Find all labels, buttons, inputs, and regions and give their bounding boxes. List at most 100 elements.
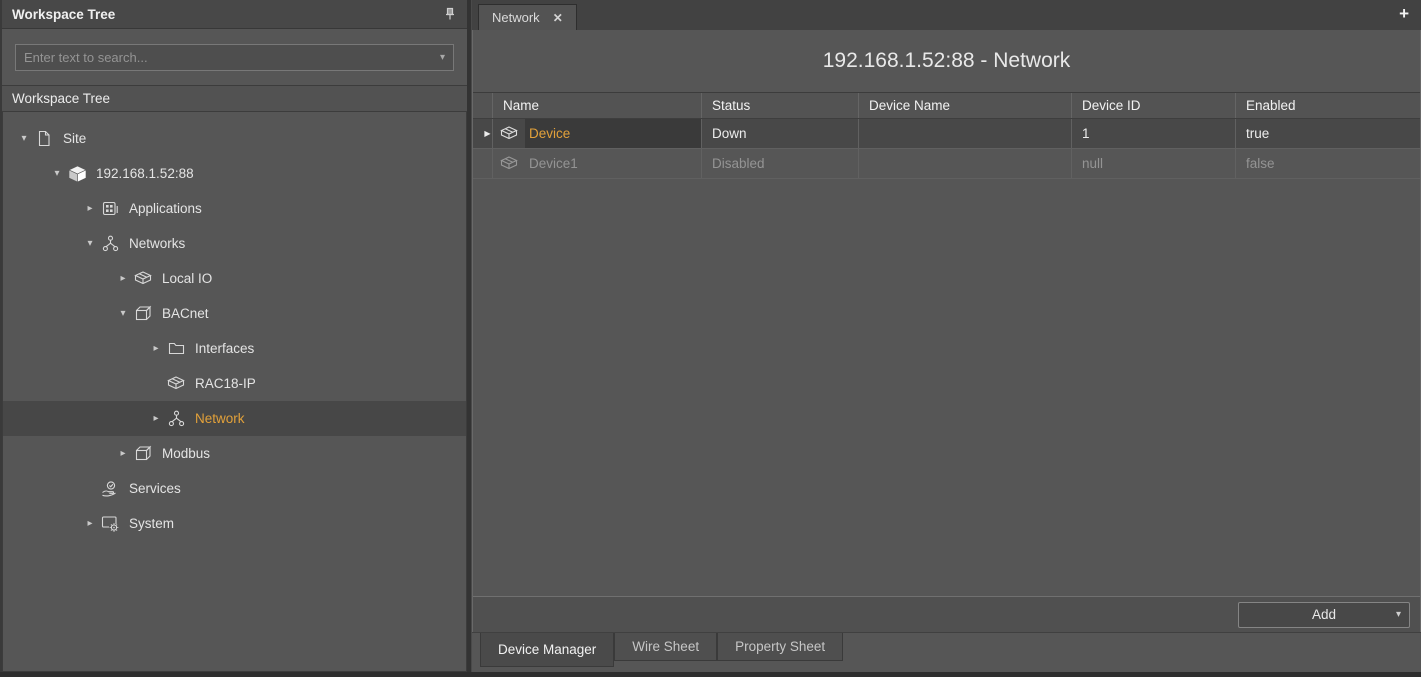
row-selector-cell[interactable]: ▶ [473, 119, 493, 148]
tab-wire-sheet[interactable]: Wire Sheet [614, 633, 717, 661]
status-cell: Down [702, 119, 859, 148]
column-header-device-id[interactable]: Device ID [1072, 93, 1236, 118]
status-cell: Disabled [702, 149, 859, 178]
tab-network[interactable]: Network ✕ [478, 4, 577, 30]
device-name-cell [859, 149, 1072, 178]
tree-item-label: Applications [129, 201, 202, 216]
tree-item-rac18-ip[interactable]: RAC18-IP [3, 366, 466, 401]
tree-item-modbus[interactable]: ▸ Modbus [3, 436, 466, 471]
add-button-label: Add [1312, 607, 1336, 622]
tree-item-label: System [129, 516, 174, 531]
tree-item-applications[interactable]: ▸ Applications [3, 191, 466, 226]
application-window: Workspace Tree ▾ Workspace Tree ▾ Site ▾ [0, 0, 1421, 672]
device-id-cell: null [1072, 149, 1236, 178]
tree-section-label: Workspace Tree [2, 85, 467, 112]
row-selector-cell[interactable] [473, 149, 493, 178]
device-name-value: Device [525, 119, 701, 148]
expander-icon[interactable]: ▾ [81, 238, 99, 249]
tree-item-label: Site [63, 131, 86, 146]
column-header-device-name[interactable]: Device Name [859, 93, 1072, 118]
expander-icon[interactable]: ▸ [114, 273, 132, 284]
services-icon [99, 480, 121, 498]
table-row[interactable]: ▶ Device Down 1 true [473, 119, 1420, 149]
column-header-enabled[interactable]: Enabled [1236, 93, 1420, 118]
enabled-cell: false [1236, 149, 1420, 178]
tree-item-interfaces[interactable]: ▸ Interfaces [3, 331, 466, 366]
page-title: 192.168.1.52:88 - Network [473, 30, 1420, 92]
table-empty-area [473, 179, 1420, 596]
tab-property-sheet[interactable]: Property Sheet [717, 633, 843, 661]
search-box[interactable]: ▾ [15, 44, 454, 71]
tree-item-services[interactable]: Services [3, 471, 466, 506]
search-input[interactable] [24, 50, 434, 65]
enabled-cell: true [1236, 119, 1420, 148]
workspace-tree-panel: Workspace Tree ▾ Workspace Tree ▾ Site ▾ [0, 0, 467, 672]
expander-icon[interactable]: ▸ [147, 343, 165, 354]
folder-icon [165, 340, 187, 357]
row-selector-icon: ▶ [483, 129, 492, 138]
pin-icon[interactable] [443, 7, 457, 21]
document-tabbar: Network ✕ + [472, 0, 1421, 30]
search-dropdown-icon[interactable]: ▾ [440, 52, 445, 63]
workspace-tree: ▾ Site ▾ 192.168.1.52:88 ▸ Applications [2, 112, 467, 672]
system-icon [99, 515, 121, 532]
device-icon [493, 155, 525, 172]
expander-icon[interactable]: ▾ [114, 308, 132, 319]
device-icon [132, 270, 154, 287]
expander-icon[interactable]: ▸ [114, 448, 132, 459]
tree-item-bacnet[interactable]: ▾ BACnet [3, 296, 466, 331]
tree-item-controller[interactable]: ▾ 192.168.1.52:88 [3, 156, 466, 191]
expander-icon[interactable]: ▸ [147, 413, 165, 424]
device-icon [165, 375, 187, 392]
device-name-cell [859, 119, 1072, 148]
new-tab-button[interactable]: + [1399, 4, 1409, 24]
tree-item-site[interactable]: ▾ Site [3, 121, 466, 156]
tab-label: Network [492, 10, 540, 25]
add-button[interactable]: Add ▾ [1238, 602, 1410, 628]
search-row: ▾ [2, 29, 467, 85]
tree-item-system[interactable]: ▸ System [3, 506, 466, 541]
expander-icon[interactable]: ▾ [15, 133, 33, 144]
add-bar: Add ▾ [473, 596, 1420, 632]
tree-item-label: Networks [129, 236, 185, 251]
row-selector-header [473, 93, 493, 118]
protocol-icon [132, 445, 154, 462]
table-row[interactable]: Device1 Disabled null false [473, 149, 1420, 179]
column-header-name[interactable]: Name [493, 93, 702, 118]
protocol-icon [132, 305, 154, 322]
add-dropdown-icon[interactable]: ▾ [1396, 609, 1401, 620]
main-panel: Network ✕ + 192.168.1.52:88 - Network Na… [472, 0, 1421, 672]
expander-icon[interactable]: ▾ [48, 168, 66, 179]
tab-device-manager[interactable]: Device Manager [480, 633, 614, 667]
name-cell[interactable]: Device1 [493, 149, 702, 178]
document-icon [33, 130, 55, 147]
expander-icon[interactable]: ▸ [81, 518, 99, 529]
column-header-status[interactable]: Status [702, 93, 859, 118]
tree-item-label: 192.168.1.52:88 [96, 166, 194, 181]
tree-item-label: BACnet [162, 306, 209, 321]
tree-item-label: Interfaces [195, 341, 254, 356]
expander-icon[interactable]: ▸ [81, 203, 99, 214]
device-icon [493, 125, 525, 142]
panel-title: Workspace Tree [12, 7, 115, 22]
tree-item-network[interactable]: ▸ Network [3, 401, 466, 436]
device-id-cell: 1 [1072, 119, 1236, 148]
tree-item-label: Network [195, 411, 245, 426]
tree-item-label: Local IO [162, 271, 212, 286]
controller-icon [66, 165, 88, 183]
workspace-tree-header: Workspace Tree [2, 0, 467, 29]
network-icon [99, 235, 121, 252]
tree-item-label: Modbus [162, 446, 210, 461]
view-tabbar: Device Manager Wire Sheet Property Sheet [472, 632, 1421, 672]
applications-icon [99, 200, 121, 217]
tree-item-label: RAC18-IP [195, 376, 256, 391]
tree-item-local-io[interactable]: ▸ Local IO [3, 261, 466, 296]
close-icon[interactable]: ✕ [553, 11, 563, 25]
tree-item-networks[interactable]: ▾ Networks [3, 226, 466, 261]
name-cell[interactable]: Device [493, 119, 702, 148]
device-name-value: Device1 [525, 149, 701, 178]
device-manager-view: 192.168.1.52:88 - Network Name Status De… [472, 30, 1421, 632]
tree-item-label: Services [129, 481, 181, 496]
network-icon [165, 410, 187, 427]
table-header: Name Status Device Name Device ID Enable… [473, 92, 1420, 119]
